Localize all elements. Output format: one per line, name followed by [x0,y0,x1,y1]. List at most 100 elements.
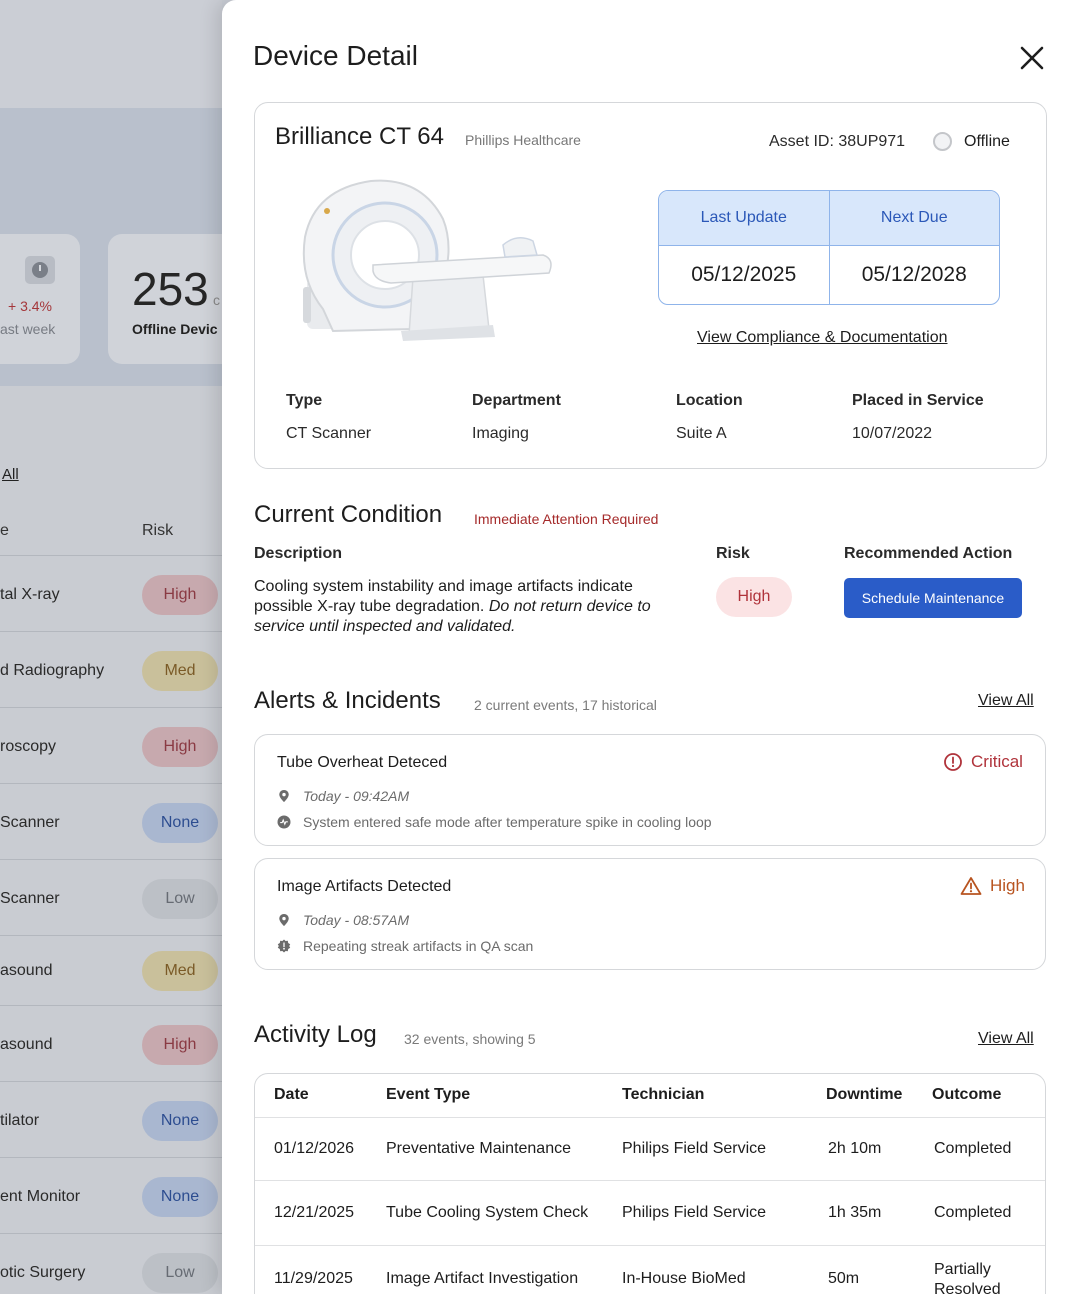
meta-label: Placed in Service [852,392,984,409]
asset-id: Asset ID: 38UP971 [769,133,906,150]
next-due-label: Next Due [829,191,999,246]
compliance-documentation-link[interactable]: View Compliance & Documentation [697,329,948,347]
alert-card[interactable]: Image Artifacts Detected High Today - 08… [254,858,1046,970]
meta-department: Department Imaging [472,392,561,443]
bg-trend-value: + 3.4% [8,298,52,314]
table-row[interactable]: 01/12/2026 Preventative Maintenance Phil… [255,1118,1045,1181]
bg-risk-pill: Med [142,651,218,691]
bg-row-name: asound [0,962,53,979]
col-date: Date [274,1086,309,1103]
alert-detail: System entered safe mode after temperatu… [303,814,712,830]
ct-scanner-image [302,179,552,341]
activity-log-title: Activity Log [254,1021,377,1048]
cell-downtime: 1h 35m [828,1204,882,1221]
bg-row-name: Scanner [0,814,60,831]
bg-risk-pill: High [142,1025,218,1065]
bg-risk-pill: High [142,575,218,615]
close-icon[interactable] [1018,44,1046,72]
cell-date: 12/21/2025 [274,1204,355,1221]
schedule-maintenance-button[interactable]: Schedule Maintenance [844,578,1022,618]
table-row[interactable]: 11/29/2025 Image Artifact Investigation … [255,1246,1045,1294]
cell-event-type: Image Artifact Investigation [386,1270,579,1287]
severity-label: Critical [971,752,1023,771]
cell-date: 11/29/2025 [274,1270,353,1287]
attention-badge: Immediate Attention Required [474,511,659,527]
meta-location: Location Suite A [676,392,743,443]
bg-risk-pill: High [142,727,218,767]
bg-table-row: Scanner Low [0,859,222,935]
bg-table-row: d Radiography Med [0,631,222,707]
activity-view-all-link[interactable]: View All [978,1030,1034,1048]
cell-outcome: Partially Resolved [934,1261,1001,1294]
status-indicator-icon [933,132,952,151]
meta-value: Imaging [472,425,529,442]
last-update-label: Last Update [659,191,829,246]
background-dashboard: + 3.4% ast week 253 c Offline Devic All … [0,0,222,1294]
bg-table-row: otic Surgery Low [0,1233,222,1294]
device-name: Brilliance CT 64 [275,123,444,150]
bg-table-row: tilator None [0,1081,222,1157]
bg-risk-pill: Low [142,1253,218,1293]
bg-row-name: otic Surgery [0,1264,86,1281]
meta-value: 10/07/2022 [852,425,933,442]
bg-table-row: asound Med [0,935,222,1005]
col-event-type: Event Type [386,1086,471,1103]
alerts-view-all-link[interactable]: View All [978,692,1034,710]
table-row[interactable]: 12/21/2025 Tube Cooling System Check Phi… [255,1181,1045,1246]
activity-icon [277,815,291,829]
cell-technician: Philips Field Service [622,1204,767,1221]
alert-card[interactable]: Tube Overheat Deteced Critical Today - 0… [254,734,1046,846]
severity-label: High [990,876,1025,895]
bg-row-name: asound [0,1036,53,1053]
condition-description: Cooling system instability and image art… [254,577,674,637]
cell-date: 01/12/2026 [274,1140,355,1157]
clock-icon [25,256,55,284]
alert-title: Tube Overheat Deteced [277,754,448,771]
alerts-title: Alerts & Incidents [254,687,441,714]
alert-badge-icon [277,939,291,953]
meta-type: Type CT Scanner [286,392,371,443]
meta-label: Department [472,392,561,409]
severity-critical: Critical [943,752,1023,772]
device-summary-card: Brilliance CT 64 Phillips Healthcare Ass… [254,102,1047,469]
cell-downtime: 2h 10m [828,1140,882,1157]
meta-value: CT Scanner [286,425,372,442]
bg-row-name: Scanner [0,890,60,907]
location-pin-icon [279,790,289,802]
meta-placed-in-service: Placed in Service 10/07/2022 [852,392,984,443]
bg-row-name: tilator [0,1112,40,1129]
severity-high: High [960,876,1025,896]
device-detail-panel: Device Detail Brilliance CT 64 Phillips … [222,0,1078,1294]
alert-detail-row: System entered safe mode after temperatu… [277,814,712,830]
device-manufacturer: Phillips Healthcare [465,132,581,148]
next-due-column: Next Due 05/12/2028 [828,191,999,304]
description-label: Description [254,545,343,562]
alert-detail: Repeating streak artifacts in QA scan [303,938,534,954]
alert-time-row: Today - 09:42AM [277,788,409,804]
bg-view-all-link: All [2,466,19,483]
col-technician: Technician [622,1086,705,1103]
bg-table-row: tal X-ray High [0,555,222,631]
bg-risk-pill: Med [142,951,218,991]
cell-technician: In-House BioMed [622,1270,746,1287]
alert-title: Image Artifacts Detected [277,878,452,895]
recommended-action-label: Recommended Action [844,545,1013,562]
bg-table-row: ent Monitor None [0,1157,222,1233]
panel-title: Device Detail [253,40,418,71]
alerts-summary: 2 current events, 17 historical [474,697,657,713]
cell-technician: Philips Field Service [622,1140,767,1157]
cell-event-type: Preventative Maintenance [386,1140,571,1157]
alert-circle-icon [944,753,962,771]
bg-row-name: tal X-ray [0,586,60,603]
last-update-column: Last Update 05/12/2025 [659,191,829,304]
bg-risk-pill: Low [142,879,218,919]
alert-time: Today - 08:57AM [303,912,410,928]
bg-table-row: asound High [0,1005,222,1081]
bg-row-name: roscopy [0,738,57,755]
next-due-value: 05/12/2028 [861,263,967,286]
alert-time: Today - 09:42AM [303,788,410,804]
meta-value: Suite A [676,425,727,442]
bg-header [0,0,222,108]
alert-time-row: Today - 08:57AM [277,912,409,928]
activity-log-table: Date Event Type Technician Downtime Outc… [254,1073,1046,1294]
